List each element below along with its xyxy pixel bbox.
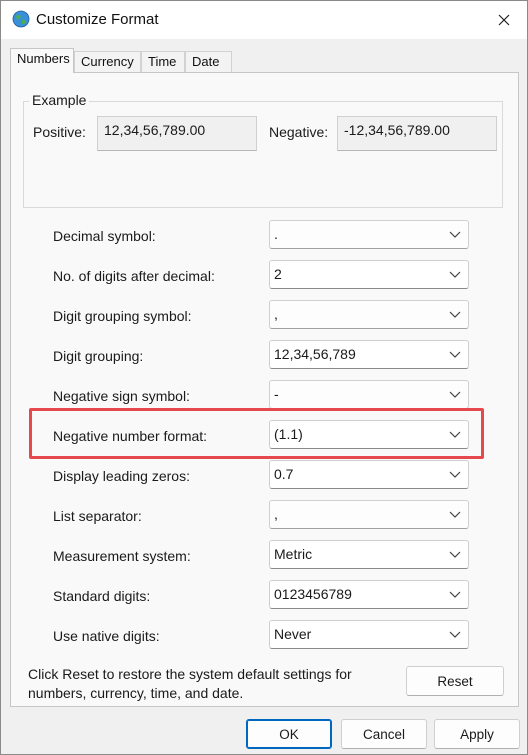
- negative-example-value: -12,34,56,789.00: [337, 116, 497, 151]
- tab-date[interactable]: Date: [185, 51, 232, 72]
- digit-grouping-symbol-label: Digit grouping symbol:: [53, 308, 192, 324]
- globe-icon: [12, 10, 30, 28]
- example-legend: Example: [29, 92, 90, 108]
- digit-grouping-value: 12,34,56,789: [274, 346, 356, 362]
- cancel-button[interactable]: Cancel: [341, 719, 427, 749]
- display-leading-zeros-label: Display leading zeros:: [53, 468, 190, 484]
- positive-example-value: 12,34,56,789.00: [97, 116, 257, 151]
- tab-currency[interactable]: Currency: [74, 51, 141, 72]
- chevron-down-icon: [449, 591, 461, 598]
- digit-grouping-dropdown[interactable]: 12,34,56,789: [269, 340, 469, 369]
- highlight-annotation: [29, 408, 484, 459]
- reset-note: Click Reset to restore the system defaul…: [28, 666, 352, 701]
- close-button[interactable]: [481, 1, 527, 39]
- negative-sign-symbol-label: Negative sign symbol:: [53, 388, 190, 404]
- use-native-digits-dropdown[interactable]: Never: [269, 620, 469, 649]
- close-icon: [498, 14, 510, 26]
- measurement-system-label: Measurement system:: [53, 548, 191, 564]
- positive-label: Positive:: [33, 124, 86, 140]
- measurement-system-dropdown[interactable]: Metric: [269, 540, 469, 569]
- decimal-symbol-label: Decimal symbol:: [53, 228, 156, 244]
- chevron-down-icon: [449, 311, 461, 318]
- apply-button[interactable]: Apply: [434, 719, 520, 749]
- digits-after-decimal-value: 2: [274, 266, 282, 282]
- use-native-digits-label: Use native digits:: [53, 628, 160, 644]
- digits-after-decimal-dropdown[interactable]: 2: [269, 260, 469, 289]
- list-separator-label: List separator:: [53, 508, 142, 524]
- measurement-system-value: Metric: [274, 546, 313, 562]
- digit-grouping-symbol-combobox[interactable]: ,: [269, 300, 469, 329]
- reset-button[interactable]: Reset: [406, 666, 504, 696]
- list-separator-value: ,: [274, 506, 278, 522]
- decimal-symbol-value: .: [274, 226, 278, 242]
- standard-digits-value: 0123456789: [274, 586, 352, 602]
- standard-digits-dropdown[interactable]: 0123456789: [269, 580, 469, 609]
- decimal-symbol-combobox[interactable]: .: [269, 220, 469, 249]
- chevron-down-icon: [449, 271, 461, 278]
- list-separator-combobox[interactable]: ,: [269, 500, 469, 529]
- title-bar: Customize Format: [1, 1, 527, 39]
- negative-label: Negative:: [269, 124, 329, 140]
- chevron-down-icon: [449, 391, 461, 398]
- tab-time[interactable]: Time: [141, 51, 185, 72]
- chevron-down-icon: [449, 471, 461, 478]
- chevron-down-icon: [449, 631, 461, 638]
- negative-sign-symbol-value: -: [274, 386, 279, 402]
- chevron-down-icon: [449, 511, 461, 518]
- display-leading-zeros-dropdown[interactable]: 0.7: [269, 460, 469, 489]
- chevron-down-icon: [449, 231, 461, 238]
- chevron-down-icon: [449, 551, 461, 558]
- customize-format-dialog: Customize Format Numbers Currency Time D…: [0, 0, 528, 755]
- tab-numbers[interactable]: Numbers: [10, 48, 74, 73]
- use-native-digits-value: Never: [274, 626, 312, 642]
- window-title: Customize Format: [36, 11, 159, 28]
- chevron-down-icon: [449, 351, 461, 358]
- display-leading-zeros-value: 0.7: [274, 466, 294, 482]
- negative-sign-symbol-combobox[interactable]: -: [269, 380, 469, 409]
- digit-grouping-label: Digit grouping:: [53, 348, 144, 364]
- ok-button[interactable]: OK: [246, 719, 332, 749]
- standard-digits-label: Standard digits:: [53, 588, 151, 604]
- digits-after-decimal-label: No. of digits after decimal:: [53, 268, 215, 284]
- digit-grouping-symbol-value: ,: [274, 306, 278, 322]
